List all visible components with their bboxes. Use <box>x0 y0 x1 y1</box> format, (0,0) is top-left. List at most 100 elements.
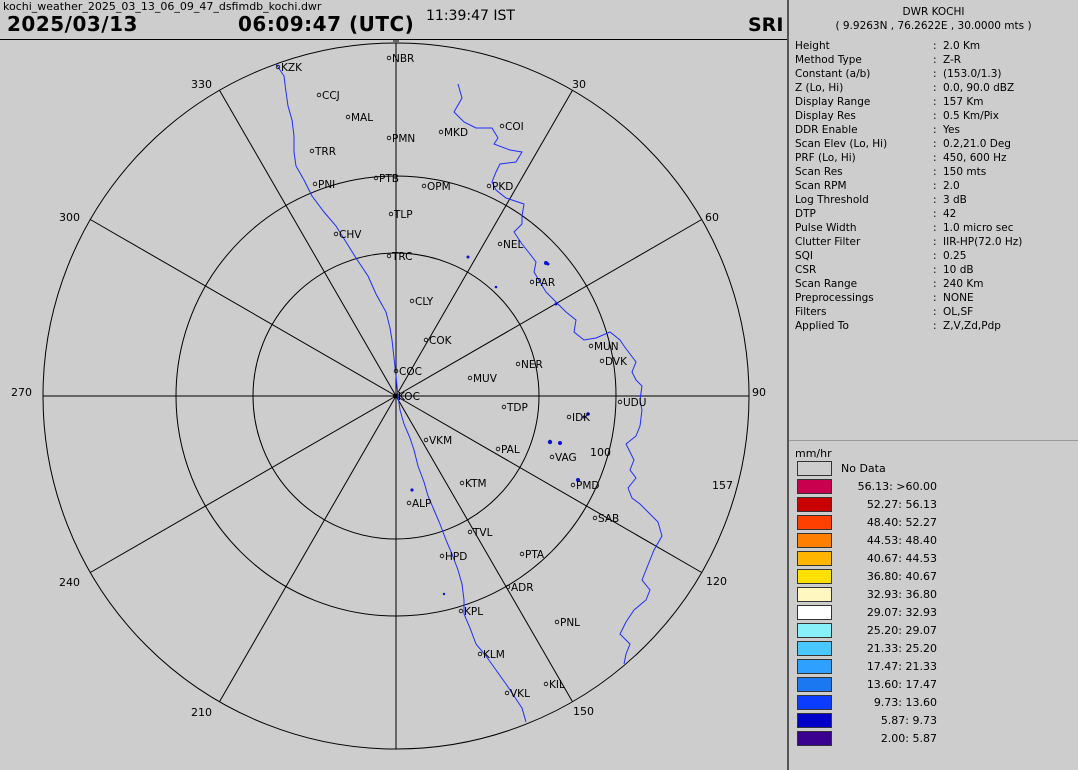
scan-time-ist: 11:39:47 IST <box>426 8 515 24</box>
azimuth-label: 210 <box>191 706 212 719</box>
param-colon: : <box>933 40 937 52</box>
param-colon: : <box>933 180 937 192</box>
azimuth-label: 90 <box>752 386 766 399</box>
city-label: VKL <box>510 688 530 700</box>
city-dot <box>554 619 560 625</box>
param-row: Applied To: Z,V,Zd,Pdp <box>795 320 1077 334</box>
param-row: Scan Elev (Lo, Hi):0.2,21.0 Deg <box>795 138 1077 152</box>
legend-label: 21.33: 25.20 <box>866 642 937 655</box>
echo-cell <box>554 302 558 306</box>
city-label: NER <box>521 359 543 371</box>
param-colon: : <box>933 152 937 164</box>
param-value: Z-R <box>943 54 962 66</box>
azimuth-label: 30 <box>572 78 586 91</box>
city-dot <box>497 241 503 247</box>
param-label: Display Res <box>795 110 856 122</box>
legend-swatch <box>797 605 832 620</box>
legend-item: 9.73: 13.60 <box>797 694 1072 712</box>
city-dot <box>529 279 535 285</box>
city-label: HPD <box>445 551 467 563</box>
param-row: Height:2.0 Km <box>795 40 1077 54</box>
param-row: Pulse Width:1.0 micro sec <box>795 222 1077 236</box>
city-dot <box>386 135 392 141</box>
param-row: Z (Lo, Hi):0.0, 90.0 dBZ <box>795 82 1077 96</box>
city-label: PTB <box>379 173 399 185</box>
legend-label: 5.87: 9.73 <box>880 714 937 727</box>
legend-item: 13.60: 17.47 <box>797 676 1072 694</box>
city-dot <box>309 148 315 154</box>
param-colon: : <box>933 166 937 178</box>
param-label: DDR Enable <box>795 124 858 136</box>
param-value: 450, 600 Hz <box>943 152 1007 164</box>
city-label: DVK <box>605 356 628 368</box>
param-label: Preprocessings <box>795 292 874 304</box>
city-label: MUV <box>473 373 498 385</box>
city-dot <box>333 231 339 237</box>
param-label: SQI <box>795 250 814 262</box>
city-dot <box>438 129 444 135</box>
param-value: 0.0, 90.0 dBZ <box>943 82 1015 94</box>
azimuth-label: 300 <box>59 211 80 224</box>
city-label: SAB <box>598 513 619 525</box>
scan-time-utc: 06:09:47 (UTC) <box>238 12 415 36</box>
range-labels: 100 157 <box>590 446 733 492</box>
param-value: NONE <box>943 292 974 304</box>
azimuth-label: 240 <box>59 576 80 589</box>
city-label: CHV <box>339 229 362 241</box>
legend-item: 56.13: >60.00 <box>797 478 1072 496</box>
azimuth-spoke <box>219 395 397 702</box>
param-label: Height <box>795 40 830 52</box>
city-dot <box>388 211 394 217</box>
param-colon: : <box>933 194 937 206</box>
legend-item: 25.20: 29.07 <box>797 622 1072 640</box>
legend-item: 36.80: 40.67 <box>797 568 1072 586</box>
legend-label: 25.20: 29.07 <box>866 624 937 637</box>
city-label: KZK <box>281 62 303 74</box>
city-label: PMN <box>392 133 415 145</box>
legend-label: No Data <box>841 462 886 475</box>
legend-item: 52.27: 56.13 <box>797 496 1072 514</box>
legend-swatch <box>797 623 832 638</box>
param-label: DTP <box>795 208 816 220</box>
param-label: CSR <box>795 264 817 276</box>
echo-cell <box>546 262 550 266</box>
city-dot <box>386 253 392 259</box>
header-bar: kochi_weather_2025_03_13_06_09_47_dsfimd… <box>0 0 788 40</box>
scan-parameters: Height:2.0 Km Method Type: Z-R Constant (a/… <box>795 40 1077 334</box>
azimuth-label: 60 <box>705 211 719 224</box>
legend-label: 32.93: 36.80 <box>866 588 937 601</box>
scan-date: 2025/03/13 <box>7 12 138 36</box>
city-label: MKD <box>444 127 468 139</box>
param-value: 2.0 <box>943 180 960 192</box>
legend-swatch <box>797 461 832 476</box>
city-label: KOC <box>398 391 420 403</box>
city-dot <box>617 399 623 405</box>
param-colon: : <box>933 138 937 150</box>
param-label: Method Type <box>795 54 862 66</box>
city-label: COC <box>399 366 422 378</box>
param-value: 10 dB <box>943 264 974 276</box>
station-coordinates: ( 9.9263N , 76.2622E , 30.0000 mts ) <box>835 20 1032 32</box>
param-label: Display Range <box>795 96 871 108</box>
param-value: 0.2,21.0 Deg <box>943 138 1011 150</box>
city-dot <box>495 446 501 452</box>
legend-label: 36.80: 40.67 <box>866 570 937 583</box>
param-colon: : <box>933 250 937 262</box>
legend-swatch <box>797 677 832 692</box>
param-colon: : <box>933 292 937 304</box>
azimuth-spoke <box>219 90 397 397</box>
legend-divider <box>789 440 1078 441</box>
legend-label: 2.00: 5.87 <box>880 732 937 745</box>
city-dot <box>543 681 549 687</box>
city-label: CLY <box>415 296 434 308</box>
param-label: Pulse Width <box>795 222 857 234</box>
city-label: PKD <box>492 181 513 193</box>
param-label: Scan Range <box>795 278 858 290</box>
param-colon: : <box>933 320 937 332</box>
azimuth-spoke <box>90 395 397 573</box>
city-dot <box>409 298 415 304</box>
city-label: PNL <box>560 617 580 629</box>
param-row: DDR Enable: Yes <box>795 124 1077 138</box>
radar-display[interactable]: NBR KZK CCJ MAL PMN MKD COI TRR PNI PTB OPM PKD TLP C… <box>0 40 788 752</box>
azimuth-spoke <box>395 90 573 397</box>
